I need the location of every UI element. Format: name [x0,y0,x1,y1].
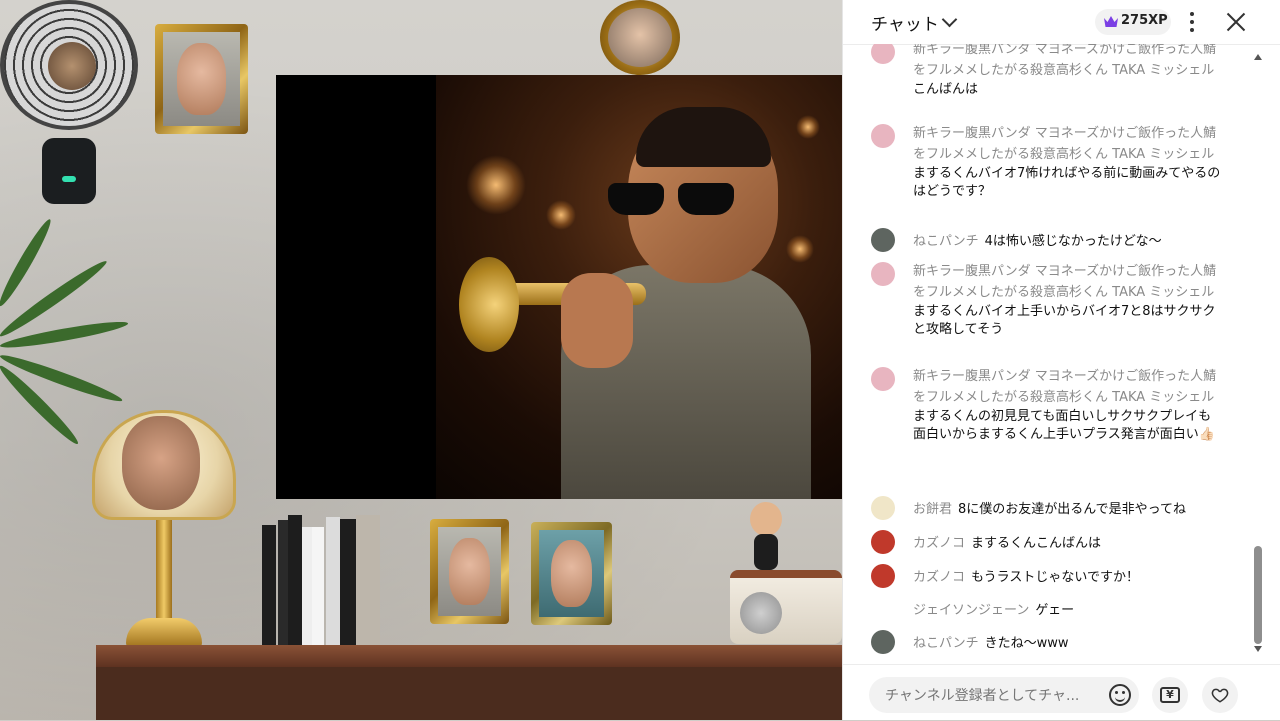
chevron-down-icon[interactable] [941,11,958,28]
avatar [871,630,895,654]
chat-text: まするくんこんばんは [971,536,1102,551]
avatar [871,564,895,588]
sunglasses [608,183,738,217]
fan-base [42,138,96,204]
chat-username[interactable]: ジェイソンジェーン [913,603,1029,618]
chat-username[interactable]: ねこパンチ [913,636,979,651]
electric-fan [0,0,138,130]
chat-text: こんばんは [913,82,979,97]
portrait-frame [155,24,248,134]
scroll-thumb[interactable] [1254,546,1262,644]
like-button[interactable] [1202,677,1238,713]
round-portrait-frame [600,0,680,75]
chat-username[interactable]: 新キラー腹黒パンダ マヨネーズかけご飯作った人鯖をフルメメしたがる殺意高杉くん … [913,366,1223,408]
chat-message-list[interactable]: 新キラー腹黒パンダ マヨネーズかけご飯作った人鯖をフルメメしたがる殺意高杉くん … [843,44,1253,662]
book [262,525,276,645]
chat-text: まするくんバイオ上手いからバイオ7と8はサクサクと攻略してそう [913,304,1216,337]
portrait-frame-helmet [430,519,509,624]
tv-screen [276,75,842,499]
cabinet [96,667,842,720]
chat-text: もうラストじゃないですか！ [971,570,1139,585]
avatar [871,124,895,148]
xp-badge[interactable]: 275XP [1095,9,1171,35]
xp-value: 275XP [1121,13,1168,28]
yen-icon: ¥ [1160,687,1180,703]
tip-button[interactable]: ¥ [1152,677,1188,713]
avatar [871,262,895,286]
avatar [871,44,895,64]
figurine [748,502,784,572]
avatar [871,496,895,520]
portrait-frame-2 [531,522,612,625]
chat-username[interactable]: カズノコ [913,536,965,551]
heart-icon [1211,688,1229,703]
chat-username[interactable]: 新キラー腹黒パンダ マヨネーズかけご飯作った人鯖をフルメメしたがる殺意高杉くん … [913,261,1223,303]
chat-text: ゲェー [1035,603,1075,618]
chat-text: まするくんの初見見ても面白いしサクサクプレイも面白いからまするくん上手いプラス発… [913,409,1215,442]
chat-text: 8に僕のお友達が出るんで是非やってね [958,502,1186,517]
chat-username[interactable]: ねこパンチ [913,234,979,249]
chat-username[interactable]: カズノコ [913,570,965,585]
chat-text: 4は怖い感じなかったけどな～ [984,234,1162,249]
chat-scrollbar[interactable] [1254,54,1262,652]
chat-header: チャット 275XP [843,0,1280,45]
chat-username[interactable]: 新キラー腹黒パンダ マヨネーズかけご飯作った人鯖をフルメメしたがる殺意高杉くん … [913,123,1223,165]
chat-input[interactable] [883,677,1097,715]
emoji-icon[interactable] [1109,684,1131,706]
stream-background [0,0,842,720]
chat-text: まするくんバイオ7怖ければやる前に動画みてやるのはどうです？ [913,166,1221,199]
chat-panel: チャット 275XP 新キラー腹黒パンダ マヨネーズかけご飯作った人鯖をフルメメ… [842,0,1280,720]
avatar [871,228,895,252]
chat-footer: ¥ [843,664,1280,721]
chat-title[interactable]: チャット [871,10,939,35]
chat-text: きたね～www [984,636,1069,651]
avatar [871,530,895,554]
more-vert-icon[interactable] [1189,10,1195,34]
chat-username[interactable]: お餅君 [913,502,952,517]
radio [730,570,842,644]
avatar [871,367,895,391]
chat-username[interactable]: 新キラー腹黒パンダ マヨネーズかけご飯作った人鯖をフルメメしたがる殺意高杉くん … [913,44,1223,81]
scroll-down-arrow-icon[interactable] [1254,646,1262,652]
chat-input-container[interactable] [869,677,1139,715]
close-icon[interactable] [1224,10,1248,34]
scroll-up-arrow-icon[interactable] [1254,54,1262,60]
shelf [96,645,842,667]
crown-icon [1104,16,1118,27]
